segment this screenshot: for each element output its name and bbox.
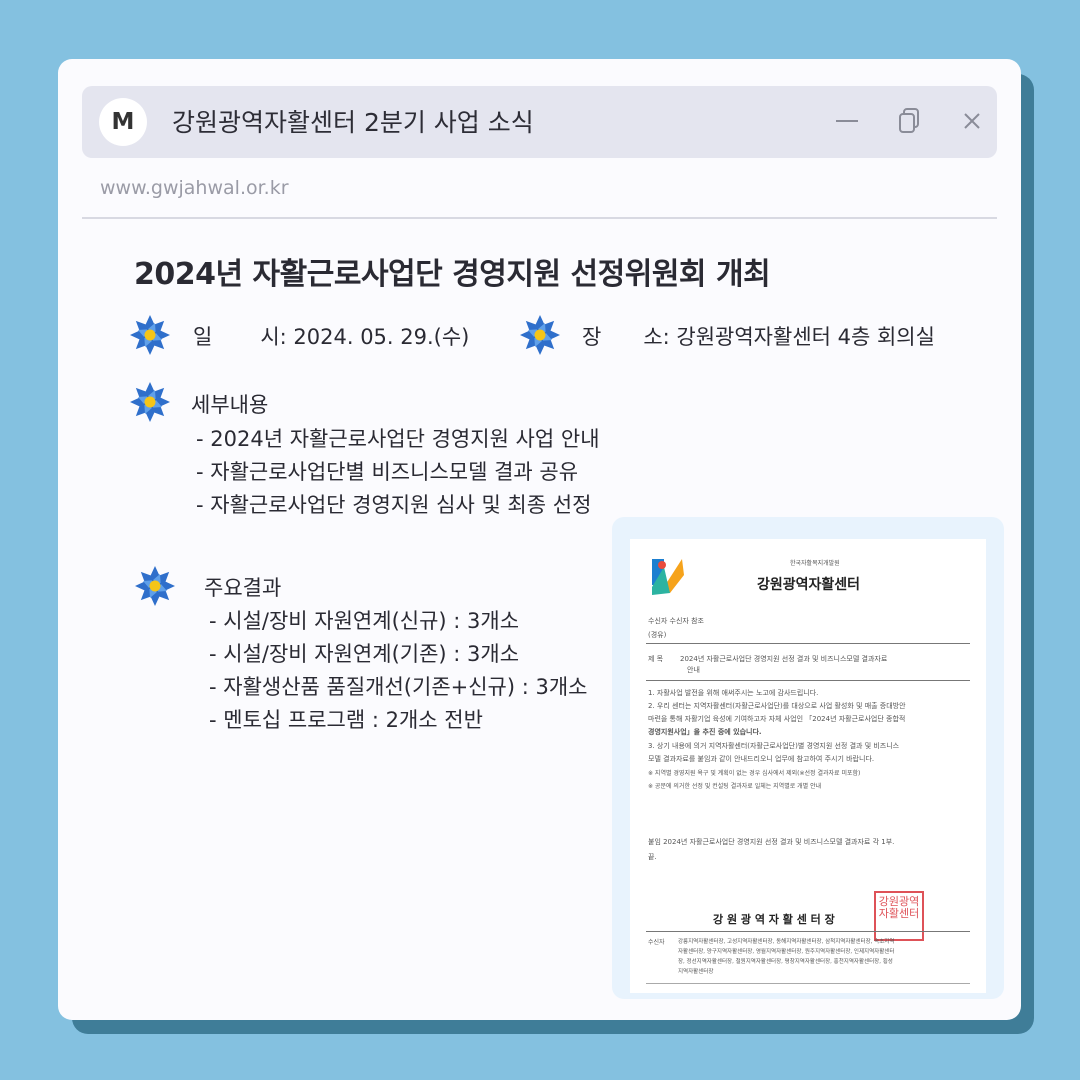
close-button[interactable]: [957, 106, 987, 136]
minimize-button[interactable]: [832, 106, 862, 136]
doc-cc-line: 강릉지역자활센터장, 고성지역자활센터장, 동해지역자활센터장, 삼척지역자활센…: [678, 939, 895, 945]
title-bar: M 강원광역자활센터 2분기 사업 소식: [82, 86, 997, 158]
doc-subject-label: 제 목: [648, 655, 664, 663]
results-item: - 자활생산품 품질개선(기존+신규) : 3개소: [209, 675, 588, 699]
doc-rule: [646, 983, 970, 984]
date-label: 일 시: 2024. 05. 29.(수): [193, 321, 469, 351]
doc-attachment: 붙임 2024년 자활근로사업단 경영지원 선정 결과 및 비즈니스모델 결과자…: [648, 838, 895, 846]
doc-cc-line: 지역자활센터장: [678, 969, 714, 975]
place-label: 장 소: 강원광역자활센터 4층 회의실: [582, 321, 935, 351]
doc-body-line: 경영지원사업」을 추진 중에 있습니다.: [648, 728, 762, 736]
date-value: 시: 2024. 05. 29.(수): [260, 325, 470, 349]
doc-signer: 강 원 광 역 자 활 센 터 장: [713, 913, 835, 926]
flower-icon: [130, 315, 170, 355]
doc-body-line: ※ 공문에 의거한 선정 및 컨설팅 결과자료 일체는 지역별로 개별 안내: [648, 783, 822, 790]
doc-body-line: 마련을 통해 자활기업 육성에 기여하고자 자체 사업인 「2024년 자활근로…: [648, 715, 906, 723]
doc-subject: 안내: [687, 666, 700, 674]
doc-rule: [646, 643, 970, 644]
doc-body-line: 모델 결과자료를 붙임과 같이 안내드리오니 업무에 참고하여 주시기 바랍니다…: [648, 755, 875, 763]
doc-org-name: 강원광역자활센터: [757, 577, 861, 593]
divider: [82, 217, 997, 219]
seal-text: 강원광역자활센터: [878, 895, 920, 920]
official-document: 한국자활복지개발원 강원광역자활센터 수신자 수신자 참조 (경유) 제 목 2…: [630, 539, 986, 993]
details-item: - 2024년 자활근로사업단 경영지원 사업 안내: [196, 427, 600, 451]
doc-cc-label: 수신자: [648, 939, 665, 946]
results-item: - 멘토십 프로그램 : 2개소 전반: [209, 708, 483, 732]
window-title: 강원광역자활센터 2분기 사업 소식: [172, 108, 534, 137]
place-label-a: 장: [582, 325, 602, 349]
doc-recipient: 수신자 수신자 참조: [648, 617, 704, 625]
doc-cc-line: 자활센터장, 양구지역자활센터장, 영월지역자활센터장, 원주지역자활센터장, …: [678, 949, 895, 955]
doc-org-small: 한국자활복지개발원: [790, 560, 840, 567]
url-text[interactable]: www.gwjahwal.or.kr: [100, 177, 289, 199]
doc-via: (경유): [648, 631, 667, 639]
document-preview[interactable]: 한국자활복지개발원 강원광역자활센터 수신자 수신자 참조 (경유) 제 목 2…: [612, 517, 1004, 999]
center-logo-icon: [648, 553, 686, 599]
place-value: 소: 강원광역자활센터 4층 회의실: [643, 325, 935, 349]
details-item: - 자활근로사업단 경영지원 심사 및 최종 선정: [196, 493, 592, 517]
results-item: - 시설/장비 자원연계(신규) : 3개소: [209, 609, 520, 633]
minimize-icon: [836, 120, 858, 122]
doc-body-line: 1. 자활사업 발전을 위해 애써주시는 노고에 감사드립니다.: [648, 689, 819, 697]
window-card: M 강원광역자활센터 2분기 사업 소식 www.gwjahwal.or.kr …: [58, 59, 1021, 1020]
close-icon: [964, 113, 980, 129]
results-item: - 시설/장비 자원연계(기존) : 3개소: [209, 642, 520, 666]
details-title: 세부내용: [191, 393, 269, 417]
copy-icon: [899, 108, 919, 133]
doc-end: 끝.: [648, 853, 657, 861]
doc-body-line: 3. 상기 내용에 의거 지역자활센터(자활근로사업단)별 경영지원 선정 결과…: [648, 742, 900, 750]
post-heading: 2024년 자활근로사업단 경영지원 선정위원회 개최: [134, 257, 771, 292]
doc-subject: 2024년 자활근로사업단 경영지원 선정 결과 및 비즈니스모델 결과자료: [680, 655, 888, 663]
date-label-a: 일: [193, 325, 213, 349]
doc-rule: [646, 931, 970, 932]
flower-icon: [135, 566, 175, 606]
doc-rule: [646, 680, 970, 681]
official-seal: 강원광역자활센터: [874, 891, 924, 941]
doc-body-line: ※ 지역별 경영지원 욕구 및 계획이 없는 경우 심사에서 제외(※선정 결과…: [648, 770, 861, 777]
doc-cc-line: 장, 정선지역자활센터장, 철원지역자활센터장, 평창지역자활센터장, 홍천지역…: [678, 959, 893, 965]
flower-icon: [130, 382, 170, 422]
details-item: - 자활근로사업단별 비즈니스모델 결과 공유: [196, 460, 579, 484]
flower-icon: [520, 315, 560, 355]
copy-button[interactable]: [895, 106, 925, 136]
avatar: M: [99, 98, 147, 146]
results-title: 주요결과: [204, 576, 282, 600]
doc-body-line: 2. 우리 센터는 지역자활센터(자활근로사업단)를 대상으로 사업 활성화 및…: [648, 702, 906, 710]
